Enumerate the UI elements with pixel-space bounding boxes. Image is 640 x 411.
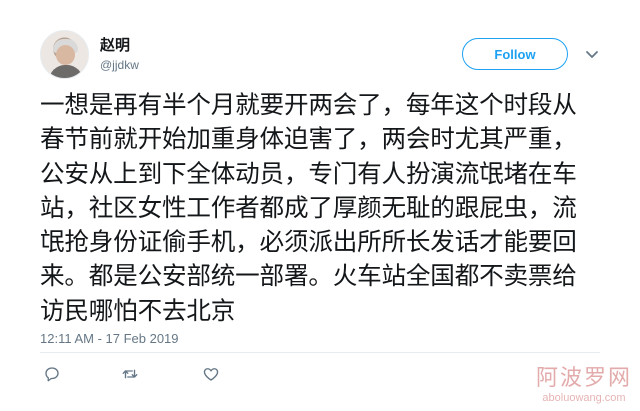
chevron-down-icon[interactable] — [584, 46, 600, 62]
heart-icon[interactable] — [199, 362, 223, 386]
tweet-header: 赵明 @jjdkw Follow — [40, 30, 610, 82]
user-handle[interactable]: @jjdkw — [100, 57, 139, 73]
avatar[interactable] — [40, 30, 89, 79]
follow-button[interactable]: Follow — [462, 38, 568, 70]
author-names[interactable]: 赵明 @jjdkw — [100, 37, 139, 73]
tweet-card: 赵明 @jjdkw Follow 一想是再有半个月就要开两会了，每年这个时段从春… — [0, 0, 640, 411]
divider — [40, 352, 600, 353]
reply-icon[interactable] — [40, 362, 64, 386]
avatar-body — [49, 65, 83, 78]
tweet-text: 一想是再有半个月就要开两会了，每年这个时段从春节前就开始加重身体迫害了，两会时尤… — [40, 90, 577, 325]
retweet-icon[interactable] — [118, 362, 142, 386]
watermark: 阿波罗网 aboluowang.com — [536, 366, 632, 405]
tweet-timestamp[interactable]: 12:11 AM - 17 Feb 2019 — [40, 330, 179, 348]
watermark-title: 阿波罗网 — [535, 366, 632, 391]
display-name[interactable]: 赵明 — [100, 37, 139, 55]
watermark-url: aboluowang.com — [542, 392, 626, 404]
avatar-face — [56, 45, 75, 65]
